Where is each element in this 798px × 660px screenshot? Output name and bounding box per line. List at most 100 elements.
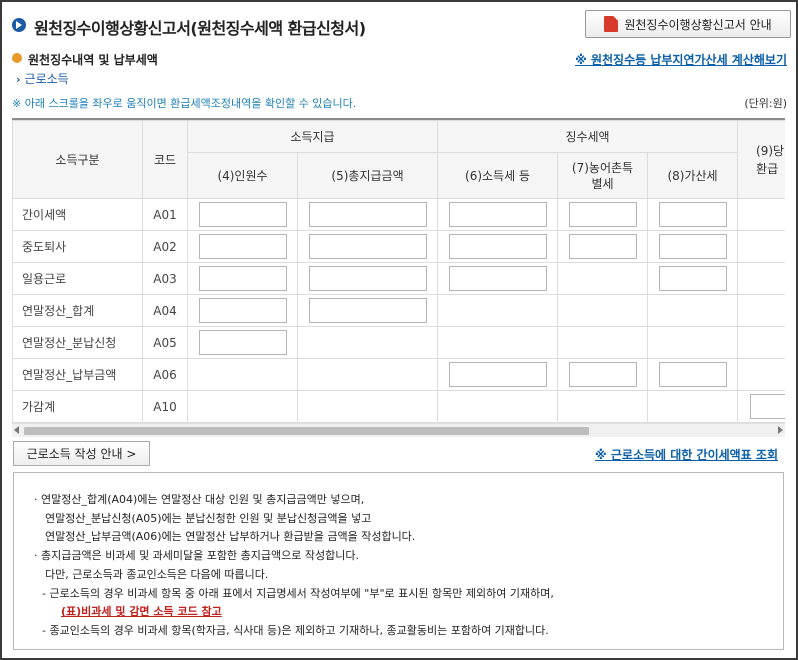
cell-total-paid [296, 198, 439, 231]
note-line-4: · 총지급금액은 비과세 및 과세미달을 포함한 총지급액으로 작성합니다. [34, 549, 359, 563]
header-headcount: (4)인원수 [187, 152, 298, 199]
table-row: 일용근로 A03 [12, 262, 785, 295]
cell-income-tax [437, 230, 559, 263]
pdf-icon [604, 16, 619, 32]
scroll-left-arrow-icon[interactable] [14, 426, 19, 434]
cell-rural-tax [557, 198, 649, 231]
header-total-paid: (5)총지급금액 [296, 152, 439, 199]
cell-refund [737, 262, 785, 295]
subsection-title: 근로소득 [24, 72, 69, 86]
cell-total-paid [296, 262, 439, 295]
cell-rural-tax [557, 230, 649, 263]
a03-income-tax-input[interactable] [448, 266, 547, 291]
header-group-payment: 소득지급 [186, 120, 439, 153]
row-code: A02 [142, 230, 188, 263]
note-line-2: 연말정산_분납신청(A05)에는 분납신청한 인원 및 분납신청금액을 넣고 [45, 511, 372, 525]
row-label: 연말정산_합계 [12, 294, 143, 327]
row-label: 일용근로 [12, 262, 143, 295]
cell-rural-tax [557, 326, 649, 359]
row-code: A10 [142, 390, 188, 423]
cell-total-paid [296, 294, 439, 327]
cell-income-tax [437, 326, 559, 359]
header-col9: (9)당 환급 [737, 120, 785, 199]
cell-penalty [647, 262, 739, 295]
a02-total-paid-input[interactable] [308, 234, 427, 259]
a02-income-tax-input[interactable] [448, 234, 547, 259]
instructions-box: · 연말정산_합계(A04)에는 연말정산 대상 인원 및 총지급금액만 넣으며… [13, 472, 784, 650]
header-group-tax: 징수세액 [437, 120, 739, 153]
row-code: A03 [142, 262, 188, 295]
row-label: 연말정산_분납신청 [12, 326, 143, 359]
earned-income-guide-button[interactable]: 근로소득 작성 안내 > [13, 441, 150, 466]
a06-penalty-input[interactable] [658, 362, 727, 387]
a01-rural-tax-input[interactable] [568, 202, 637, 227]
cell-income-tax [437, 294, 559, 327]
cell-rural-tax [557, 390, 649, 423]
orange-bullet-icon [12, 53, 22, 63]
cell-total-paid [296, 326, 439, 359]
nontaxable-code-link[interactable]: (표)비과세 및 감면 소득 코드 참고 [34, 603, 783, 622]
late-penalty-calc-link[interactable]: ※ 원천징수등 납부지연가산세 계산해보기 [575, 51, 787, 68]
section-header: 원천징수내역 및 납부세액 ※ 원천징수등 납부지연가산세 계산해보기 [12, 50, 787, 68]
a02-rural-tax-input[interactable] [568, 234, 637, 259]
cell-penalty [647, 358, 739, 391]
note-line-3: 연말정산_납부금액(A06)에는 연말정산 납부하거나 환급받을 금액을 작성합… [45, 530, 416, 544]
page-title: 원천징수이행상황신고서(원천징수세액 환급신청서) [34, 19, 366, 38]
cell-rural-tax [557, 294, 649, 327]
table-row: 연말정산_납부금액 A06 [12, 358, 785, 391]
a03-total-paid-input[interactable] [308, 266, 427, 291]
withholding-table-container: 소득구분 코드 소득지급 징수세액 (9)당 환급 (4)인원수 (5)총지급금… [12, 118, 785, 423]
a02-headcount-input[interactable] [198, 234, 287, 259]
note-line-7: - 종교인소득의 경우 비과세 항목(학자금, 식사대 등)은 제외하고 기재하… [42, 623, 549, 637]
a03-penalty-input[interactable] [658, 266, 727, 291]
header-col9-line2: 환급 [756, 161, 779, 176]
a03-headcount-input[interactable] [198, 266, 287, 291]
row-label: 가감계 [12, 390, 143, 423]
note-line-6: - 근로소득의 경우 비과세 항목 중 아래 표에서 지급명세서 작성여부에 "… [42, 586, 554, 600]
table-row: 가감계 A10 [12, 390, 785, 423]
row-label: 연말정산_납부금액 [12, 358, 143, 391]
cell-headcount [187, 198, 298, 231]
note-line-5: 다만, 근로소득과 종교인소득은 다음에 따릅니다. [45, 567, 269, 581]
scroll-right-arrow-icon[interactable] [778, 426, 783, 434]
a05-headcount-input[interactable] [198, 330, 287, 355]
cell-headcount [187, 326, 298, 359]
cell-headcount [187, 390, 298, 423]
cell-refund [737, 294, 785, 327]
a01-income-tax-input[interactable] [448, 202, 547, 227]
a01-penalty-input[interactable] [658, 202, 727, 227]
table-row: 중도퇴사 A02 [12, 230, 785, 263]
a02-penalty-input[interactable] [658, 234, 727, 259]
row-code: A01 [142, 198, 188, 231]
cell-rural-tax [557, 358, 649, 391]
cell-income-tax [437, 198, 559, 231]
chevron-right-icon: › [16, 73, 21, 86]
cell-headcount [187, 358, 298, 391]
cell-total-paid [296, 390, 439, 423]
cell-headcount [187, 294, 298, 327]
header-rural-tax: (7)농어촌특별세 [557, 152, 649, 199]
horizontal-scrollbar[interactable] [12, 423, 785, 437]
a01-headcount-input[interactable] [198, 202, 287, 227]
cell-headcount [187, 262, 298, 295]
a04-total-paid-input[interactable] [308, 298, 427, 323]
a01-total-paid-input[interactable] [308, 202, 427, 227]
row-code: A06 [142, 358, 188, 391]
cell-refund [737, 230, 785, 263]
header-penalty: (8)가산세 [647, 152, 739, 199]
a10-refund-input[interactable] [750, 394, 785, 419]
scroll-note: ※ 아래 스크롤을 좌우로 움직이면 환급세액조정내역을 확인할 수 있습니다. [12, 97, 357, 110]
cell-refund [737, 326, 785, 359]
a06-income-tax-input[interactable] [448, 362, 547, 387]
scroll-note-row: ※ 아래 스크롤을 좌우로 움직이면 환급세액조정내역을 확인할 수 있습니다.… [12, 95, 787, 111]
cell-refund [737, 390, 785, 423]
a04-headcount-input[interactable] [198, 298, 287, 323]
a06-rural-tax-input[interactable] [568, 362, 637, 387]
row-label: 간이세액 [12, 198, 143, 231]
scrollbar-thumb[interactable] [24, 427, 589, 435]
report-guide-button[interactable]: 원천징수이행상황신고서 안내 [585, 10, 791, 38]
header-income-tax: (6)소득세 등 [437, 152, 559, 199]
cell-penalty [647, 230, 739, 263]
simple-tax-table-link[interactable]: ※ 근로소득에 대한 간이세액표 조회 [595, 446, 778, 463]
cell-total-paid [296, 358, 439, 391]
